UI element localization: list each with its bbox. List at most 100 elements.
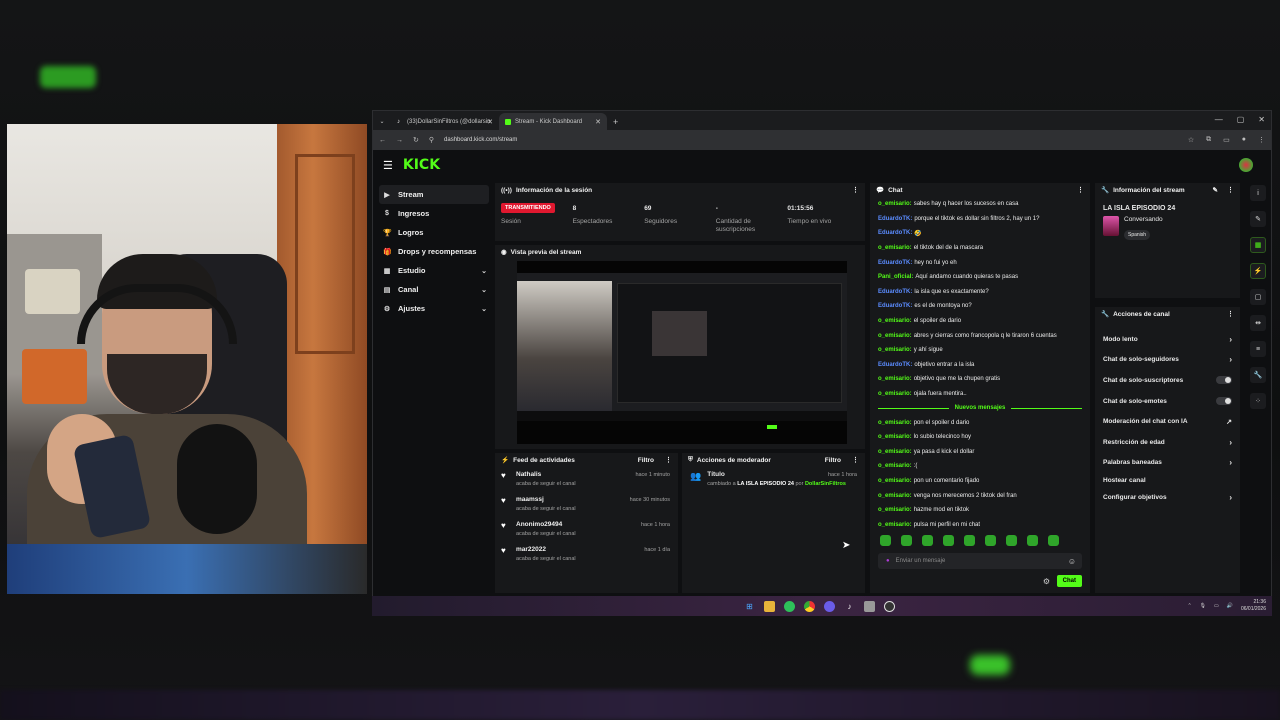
more-options-icon[interactable]: ⋮ — [665, 456, 672, 464]
chat-username[interactable]: EduardoTK: — [878, 230, 912, 236]
clock[interactable]: 21:36 06/01/2026 — [1241, 599, 1266, 613]
extensions-icon[interactable]: ⧉ — [1206, 136, 1211, 144]
emote-icon[interactable] — [922, 535, 933, 547]
stream-preview-video[interactable] — [517, 261, 847, 444]
forward-icon[interactable]: → — [396, 137, 403, 144]
sidebar-item-ajustes[interactable]: ⚙ Ajustes ⌄ — [379, 299, 489, 318]
gear-icon[interactable]: ⚙ — [1043, 577, 1050, 586]
chrome-icon[interactable] — [804, 600, 815, 612]
sidebar-item-canal[interactable]: ▤ Canal ⌄ — [379, 280, 489, 299]
emote-icon[interactable] — [964, 535, 975, 547]
chat-username[interactable]: o_emisario: — [878, 522, 912, 528]
tiktok-icon[interactable]: ♪ — [844, 601, 855, 612]
back-icon[interactable]: ← — [379, 137, 386, 144]
minimize-icon[interactable]: — — [1215, 115, 1223, 124]
profile-icon[interactable]: ● — [1242, 136, 1246, 144]
new-tab-button[interactable]: + — [607, 113, 624, 130]
emote-icon[interactable] — [1006, 535, 1017, 547]
more-options-icon[interactable]: ⋮ — [1227, 186, 1234, 194]
tab-search-icon[interactable]: ⌄ — [373, 113, 391, 130]
more-options-icon[interactable]: ⋮ — [852, 456, 859, 464]
obs-icon[interactable] — [884, 600, 895, 612]
discord-icon[interactable] — [824, 600, 835, 612]
sidebar-item-logros[interactable]: 🏆 Logros — [379, 223, 489, 242]
tab-tiktok[interactable]: ♪ (33)DollarSinFiltros (@dollarsin ✕ — [391, 113, 499, 130]
reload-icon[interactable]: ↻ — [413, 136, 419, 144]
info-icon[interactable]: i — [1250, 185, 1266, 201]
whatsapp-icon[interactable] — [784, 600, 795, 612]
chat-username[interactable]: o_emisario: — [878, 376, 912, 382]
emote-icon[interactable] — [1048, 535, 1059, 547]
sidebar-item-drops[interactable]: 🎁 Drops y recompensas — [379, 242, 489, 261]
split-icon[interactable]: ⇹ — [1250, 315, 1266, 331]
sidebar-item-estudio[interactable]: ▦ Estudio ⌄ — [379, 261, 489, 280]
chat-username[interactable]: o_emisario: — [878, 245, 912, 251]
volume-icon[interactable]: 🔊 — [1227, 603, 1233, 609]
action-followers-only[interactable]: Chat de solo-seguidores › — [1095, 350, 1240, 371]
app-icon[interactable] — [864, 600, 875, 612]
chat-username[interactable]: o_emisario: — [878, 420, 912, 426]
maximize-icon[interactable]: ▢ — [1237, 115, 1245, 124]
sidebar-item-ingresos[interactable]: $ Ingresos — [379, 204, 489, 223]
sidebar-icon[interactable]: ▭ — [1223, 136, 1230, 144]
kick-logo[interactable]: KICK — [403, 157, 440, 173]
sidebar-item-stream[interactable]: ▶ Stream — [379, 185, 489, 204]
edit-icon[interactable]: ✎ — [1250, 211, 1266, 227]
emote-icon[interactable] — [880, 535, 891, 547]
hamburger-menu-icon[interactable]: ☰ — [383, 159, 393, 172]
chat-username[interactable]: o_emisario: — [878, 449, 912, 455]
mic-icon[interactable]: 🎙 — [1200, 603, 1206, 609]
url-field[interactable]: dashboard.kick.com/stream — [444, 137, 1178, 143]
site-info-icon[interactable]: ⚲ — [429, 136, 434, 144]
chat-username[interactable]: o_emisario: — [878, 201, 912, 207]
close-window-icon[interactable]: ✕ — [1258, 115, 1265, 124]
emoji-icon[interactable]: ☺ — [1068, 557, 1076, 566]
chat-username[interactable]: EduardoTK: — [878, 362, 912, 368]
tab-kick-dashboard[interactable]: Stream - Kick Dashboard ✕ — [499, 113, 607, 130]
chat-username[interactable]: EduardoTK: — [878, 289, 912, 295]
action-banned-words[interactable]: Palabras baneadas › — [1095, 453, 1240, 474]
more-options-icon[interactable]: ⋮ — [1077, 186, 1084, 194]
action-age-restriction[interactable]: Restricción de edad › — [1095, 432, 1240, 453]
more-options-icon[interactable]: ⋮ — [852, 186, 859, 194]
wrench-icon[interactable]: 🔧 — [1250, 367, 1266, 383]
chat-username[interactable]: EduardoTK: — [878, 303, 912, 309]
bolt-icon[interactable]: ⚡ — [1250, 263, 1266, 279]
emote-icon[interactable] — [943, 535, 954, 547]
chat-username[interactable]: o_emisario: — [878, 333, 912, 339]
chat-username[interactable]: o_emisario: — [878, 478, 912, 484]
chat-username[interactable]: o_emisario: — [878, 463, 912, 469]
chat-username[interactable]: EduardoTK: — [878, 216, 912, 222]
action-host-channel[interactable]: Hostear canal — [1095, 473, 1240, 487]
avatar[interactable] — [1239, 158, 1253, 172]
toggle-switch[interactable] — [1216, 376, 1232, 385]
chat-input[interactable]: ● Enviar un mensaje ☺ — [878, 553, 1082, 570]
more-options-icon[interactable]: ⋮ — [1227, 310, 1234, 318]
filter-button[interactable]: Filtro — [825, 457, 841, 464]
action-slow-mode[interactable]: Modo lento › — [1095, 329, 1240, 350]
chat-username[interactable]: o_emisario: — [878, 493, 912, 499]
close-tab-icon[interactable]: ✕ — [595, 118, 601, 126]
windows-start-icon[interactable]: ⊞ — [744, 601, 755, 612]
file-explorer-icon[interactable] — [764, 600, 775, 612]
bookmark-star-icon[interactable]: ☆ — [1188, 136, 1194, 144]
edit-icon[interactable]: ✎ — [1213, 186, 1218, 194]
chat-username[interactable]: o_emisario: — [878, 507, 912, 513]
network-icon[interactable]: ▭ — [1214, 603, 1219, 609]
emote-icon[interactable] — [901, 535, 912, 547]
grid-icon[interactable]: ▦ — [1250, 237, 1266, 253]
action-ai-moderation[interactable]: Moderación del chat con IA ↗ — [1095, 411, 1240, 432]
action-configure-goals[interactable]: Configurar objetivos › — [1095, 487, 1240, 508]
chat-send-button[interactable]: Chat — [1056, 575, 1082, 587]
filter-button[interactable]: Filtro — [638, 457, 654, 464]
emote-icon[interactable] — [1027, 535, 1038, 547]
chat-username[interactable]: o_emisario: — [878, 434, 912, 440]
chat-username[interactable]: o_emisario: — [878, 318, 912, 324]
chat-username[interactable]: o_emisario: — [878, 347, 912, 353]
chevron-up-icon[interactable]: ⌃ — [1187, 603, 1191, 609]
toggle-switch[interactable] — [1216, 397, 1232, 406]
chat-username[interactable]: Pani_oficial: — [878, 274, 913, 280]
apps-icon[interactable]: ⁘ — [1250, 393, 1266, 409]
chat-username[interactable]: o_emisario: — [878, 391, 912, 397]
chat-icon[interactable]: ▢ — [1250, 289, 1266, 305]
